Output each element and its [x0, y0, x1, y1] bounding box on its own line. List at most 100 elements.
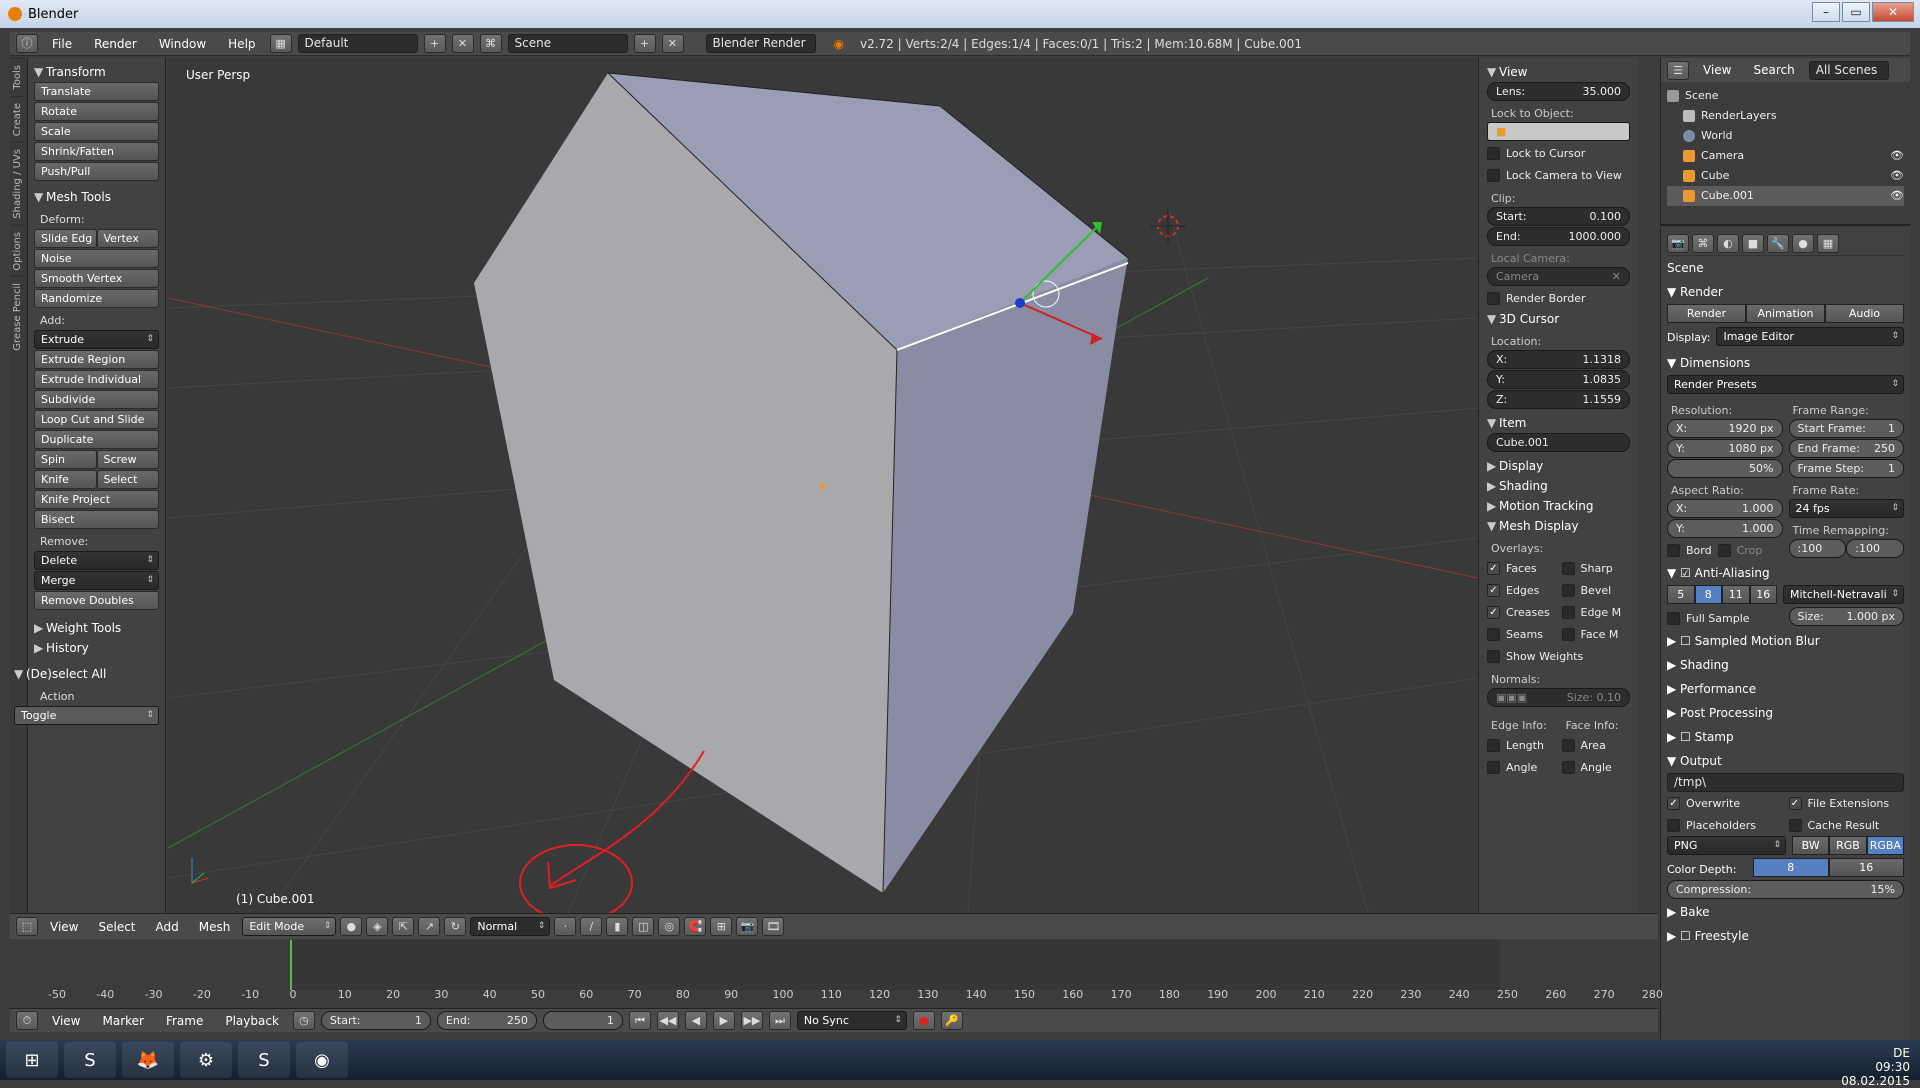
aa-samples-16[interactable]: 16 [1749, 585, 1777, 604]
jump-start-icon[interactable]: ⏮ [628, 1011, 651, 1030]
maximize-button[interactable]: ▭ [1842, 2, 1870, 22]
knife-project-button[interactable]: Knife Project [34, 490, 159, 509]
manipulator-icon[interactable]: ⇱ [392, 917, 415, 936]
motion-tracking-panel-header[interactable]: ▶ Motion Tracking [1487, 496, 1630, 516]
skype-2-icon[interactable]: S [238, 1042, 290, 1078]
3d-viewport[interactable] [168, 58, 1478, 913]
scene-icon[interactable]: ⌘ [479, 34, 502, 53]
motion-blur-panel-header[interactable]: ▶ ☐ Sampled Motion Blur [1667, 629, 1904, 653]
full-sample-checkbox[interactable]: Full Sample [1667, 607, 1783, 629]
outliner-row-cube[interactable]: Cube 👁 [1667, 166, 1904, 186]
clip-start-field[interactable]: Start: 0.100 [1487, 207, 1630, 226]
mode-dropdown[interactable]: Edit Mode [242, 916, 337, 936]
lens-field[interactable]: Lens: 35.000 [1487, 82, 1630, 101]
opengl-render-icon[interactable]: 🎞 [762, 917, 785, 936]
outliner-menu-view[interactable]: View [1695, 63, 1739, 77]
timeline-start-field[interactable]: Start: 1 [320, 1010, 431, 1030]
shading-props-panel-header[interactable]: ▶ Shading [1667, 653, 1904, 677]
slide-edge-button[interactable]: Slide Edg [34, 229, 97, 248]
transform-orientation-dropdown[interactable]: Normal [470, 916, 551, 936]
compression-slider[interactable]: Compression: 15% [1667, 880, 1904, 899]
animation-button[interactable]: Animation [1746, 304, 1825, 323]
edge-angle-checkbox[interactable]: Angle [1487, 756, 1556, 778]
border-checkbox[interactable] [1667, 543, 1680, 557]
menu-render[interactable]: Render [86, 37, 145, 51]
rotate-button[interactable]: Rotate [34, 102, 159, 121]
outliner-row-world[interactable]: World [1667, 126, 1904, 146]
play-icon[interactable]: ▶ [712, 1011, 735, 1030]
mesh-display-panel-header[interactable]: ▼ Mesh Display [1487, 516, 1630, 536]
color-mode-bw[interactable]: BW [1792, 836, 1830, 855]
3d-cursor-panel-header[interactable]: ▼ 3D Cursor [1487, 309, 1630, 329]
time-remap-old-field[interactable]: :100 [1788, 539, 1847, 558]
show-weights-checkbox[interactable]: Show Weights [1487, 645, 1630, 667]
render-border-checkbox[interactable]: Render Border [1487, 287, 1630, 309]
timeline-end-field[interactable]: End: 250 [436, 1010, 537, 1030]
cache-result-checkbox[interactable]: Cache Result [1788, 814, 1905, 836]
outliner-row-renderlayers[interactable]: RenderLayers [1667, 106, 1904, 126]
noise-button[interactable]: Noise [34, 249, 159, 268]
output-panel-header[interactable]: ▼ Output [1667, 749, 1904, 773]
overlay-faces-checkbox[interactable]: ✓ Faces [1487, 557, 1556, 579]
render-preview-icon[interactable]: 📷 [736, 917, 759, 936]
render-display-dropdown[interactable]: Image Editor [1716, 327, 1904, 346]
translate-button[interactable]: Translate [34, 82, 159, 101]
aspect-y-field[interactable]: Y: 1.000 [1667, 519, 1783, 538]
windows-start-icon[interactable]: ⊞ [6, 1042, 58, 1078]
app-icon[interactable]: ⚙ [180, 1042, 232, 1078]
outliner-row-scene[interactable]: Scene [1667, 86, 1904, 106]
action-dropdown[interactable]: Toggle [14, 706, 159, 725]
scene-context-icon[interactable]: ⌘ [1692, 234, 1714, 253]
overlay-seams-checkbox[interactable]: Seams [1487, 623, 1556, 645]
firefox-icon[interactable]: 🦊 [122, 1042, 174, 1078]
proportional-editing-icon[interactable]: ◎ [658, 917, 681, 936]
remove-layout-icon[interactable]: ✕ [451, 34, 474, 53]
extrude-individual-button[interactable]: Extrude Individual [34, 370, 159, 389]
vertex-select-icon[interactable]: · [554, 917, 577, 936]
shrink-fatten-button[interactable]: Shrink/Fatten [34, 142, 159, 161]
color-mode-rgb[interactable]: RGB [1829, 836, 1867, 855]
post-processing-panel-header[interactable]: ▶ Post Processing [1667, 701, 1904, 725]
clip-end-field[interactable]: End: 1000.000 [1487, 227, 1630, 246]
material-context-icon[interactable]: ● [1792, 234, 1814, 253]
scale-button[interactable]: Scale [34, 122, 159, 141]
render-engine-dropdown[interactable]: Blender Render [705, 34, 816, 53]
editor-type-3d-icon[interactable]: ⬚ [16, 917, 38, 936]
delete-dropdown[interactable]: Delete [34, 551, 159, 570]
render-panel-header[interactable]: ▼ Render [1667, 280, 1904, 304]
3d-menu-view[interactable]: View [42, 920, 86, 934]
editor-type-info-icon[interactable]: ⓘ [16, 34, 38, 53]
cursor-x-field[interactable]: X: 1.1318 [1487, 350, 1630, 369]
knife-select-button[interactable]: Select [96, 470, 159, 489]
file-format-dropdown[interactable]: PNG [1667, 836, 1786, 855]
local-camera-field[interactable]: Camera ✕ [1487, 267, 1630, 286]
output-path-field[interactable]: /tmp\ [1667, 773, 1904, 792]
extrude-region-button[interactable]: Extrude Region [34, 350, 159, 369]
add-layout-icon[interactable]: + [423, 34, 446, 53]
viewport-shading-icon[interactable]: ● [340, 917, 363, 936]
loop-cut-button[interactable]: Loop Cut and Slide [34, 410, 159, 429]
weight-tools-panel-header[interactable]: ▶ Weight Tools [34, 618, 159, 638]
dimensions-panel-header[interactable]: ▼ Dimensions [1667, 351, 1904, 375]
snap-icon[interactable]: 🧲 [684, 917, 707, 936]
menu-file[interactable]: File [44, 37, 80, 51]
aspect-x-field[interactable]: X: 1.000 [1667, 499, 1783, 518]
3d-menu-select[interactable]: Select [90, 920, 143, 934]
anti-aliasing-panel-header[interactable]: ▼ ☑ Anti-Aliasing [1667, 561, 1904, 585]
modifier-context-icon[interactable]: 🔧 [1767, 234, 1789, 253]
duplicate-button[interactable]: Duplicate [34, 430, 159, 449]
color-depth-8[interactable]: 8 [1753, 858, 1829, 877]
remove-scene-icon[interactable]: ✕ [661, 34, 684, 53]
3d-menu-mesh[interactable]: Mesh [191, 920, 239, 934]
timeline-menu-marker[interactable]: Marker [94, 1014, 151, 1028]
minimize-button[interactable]: – [1812, 2, 1840, 22]
crop-checkbox[interactable] [1717, 543, 1731, 557]
menu-window[interactable]: Window [151, 37, 214, 51]
transform-panel-header[interactable]: ▼ Transform [34, 62, 159, 82]
face-select-icon[interactable]: ▮ [606, 917, 629, 936]
bake-panel-header[interactable]: ▶ Bake [1667, 900, 1904, 924]
add-scene-icon[interactable]: + [633, 34, 656, 53]
overlay-sharp-checkbox[interactable]: Sharp [1561, 557, 1631, 579]
lock-cursor-checkbox[interactable]: Lock to Cursor [1487, 142, 1630, 164]
outliner-row-camera[interactable]: Camera 👁 [1667, 146, 1904, 166]
